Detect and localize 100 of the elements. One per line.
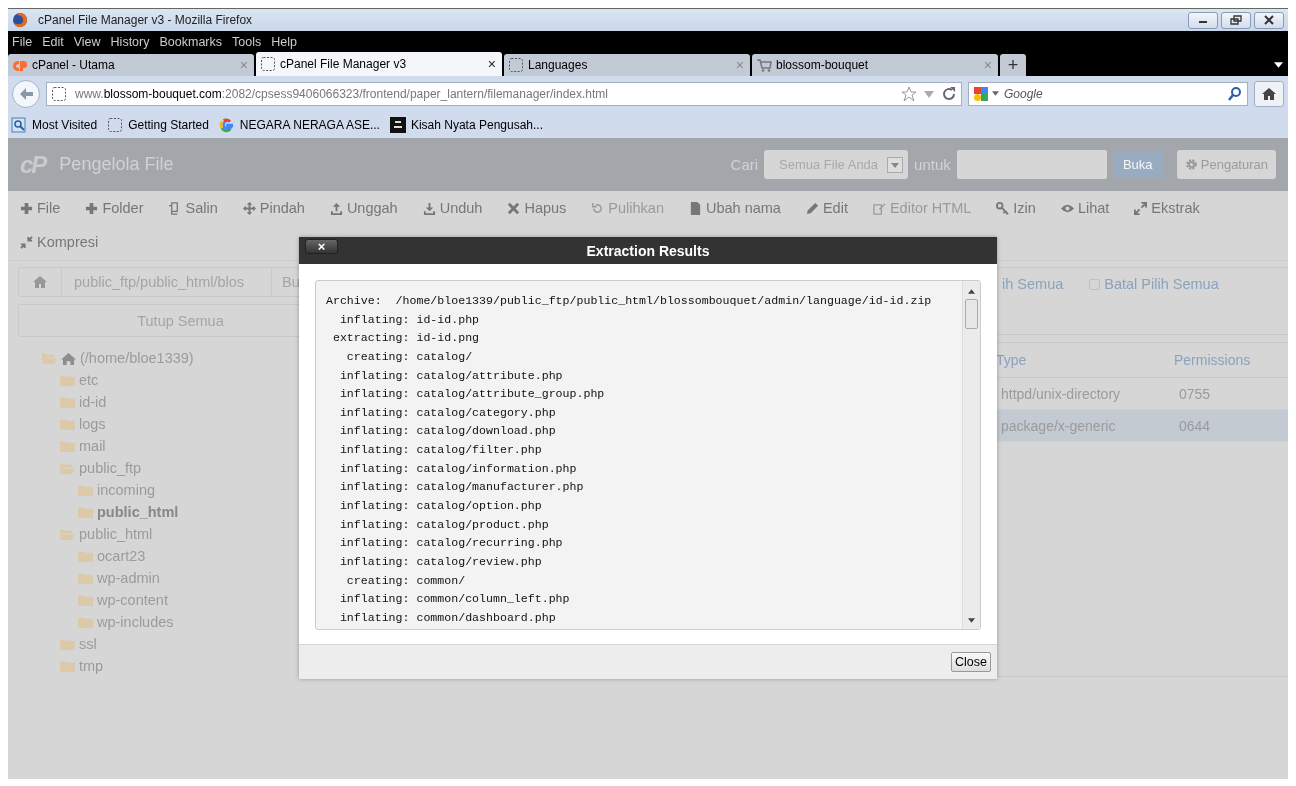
delete-icon (507, 201, 521, 215)
toolbar-button[interactable]: Lihat (1060, 200, 1110, 216)
move-icon (242, 201, 256, 215)
search-field[interactable]: Google (968, 81, 1248, 106)
menu-item[interactable]: View (73, 34, 101, 49)
search-icon[interactable] (1227, 85, 1243, 102)
tree-label: public_html (97, 504, 179, 520)
column-header[interactable]: Permissions (1174, 352, 1288, 368)
cart-icon (756, 57, 772, 73)
scroll-down-icon[interactable] (968, 618, 975, 623)
tree-item[interactable]: (/home/bloe1339) (42, 347, 343, 369)
tab-close-button[interactable]: × (239, 57, 248, 73)
folder-icon (60, 637, 75, 651)
toolbar-button[interactable]: Izin (996, 200, 1036, 216)
browser-tab[interactable]: cPanel - Utama × (8, 54, 254, 76)
search-engine-icon (973, 85, 989, 102)
plus-icon (20, 201, 33, 215)
toolbar-button[interactable]: Ekstrak (1134, 200, 1200, 216)
select-button[interactable]: Batal Pilih Semua (1089, 276, 1219, 292)
tree-label: wp-includes (97, 614, 174, 630)
restore-button[interactable] (1221, 11, 1251, 29)
close-button[interactable]: Close (951, 652, 991, 672)
menu-item[interactable]: Help (271, 34, 297, 49)
tree-item[interactable]: tmp (60, 655, 343, 677)
close-icon (1263, 15, 1275, 25)
log-line: inflating: catalog/category.php (338, 404, 557, 421)
tab-close-button[interactable]: × (735, 57, 744, 73)
toolbar-button[interactable]: Pindah (242, 200, 305, 216)
search-field[interactable] (956, 150, 1107, 179)
close-button[interactable]: × (305, 239, 338, 254)
browser-tab[interactable]: cPanel File Manager v3 × (256, 52, 502, 76)
new-tab-button[interactable]: + (1000, 54, 1026, 76)
toolbar-button[interactable]: Edit (805, 200, 848, 216)
dropdown-icon[interactable] (1274, 62, 1283, 68)
menu-item[interactable]: Tools (232, 34, 262, 49)
key-icon (996, 201, 1010, 215)
log-line: inflating: common/column_left.php (338, 591, 571, 608)
column-header[interactable]: Type (996, 352, 1174, 368)
tab-close-button[interactable]: × (983, 57, 992, 73)
menu-item[interactable]: Edit (42, 34, 64, 49)
home-button[interactable] (1254, 80, 1284, 107)
address-bar[interactable]: www.blossom-bouquet.com:2082/cpsess9406066323/frontend/paper_lantern/filemanager/index.html (46, 81, 962, 106)
bookmark-item[interactable]: Most Visited (11, 116, 98, 133)
settings-icon (1184, 158, 1198, 171)
bookmark-item[interactable]: Getting Started (107, 116, 209, 133)
go-button[interactable]: Buka (1112, 151, 1163, 178)
tree-item[interactable]: ssl (60, 633, 343, 655)
log-line: inflating: catalog/information.php (338, 460, 578, 477)
tree-label: incoming (97, 482, 156, 498)
tab-close-button[interactable]: × (487, 56, 496, 72)
folder-icon (60, 395, 75, 409)
download-icon (422, 201, 436, 215)
dialog-title: Extraction Results (586, 242, 710, 259)
home-icon (1261, 85, 1277, 102)
folder-icon (78, 615, 93, 629)
back-button[interactable] (12, 79, 40, 108)
scroll-thumb[interactable] (965, 299, 978, 329)
dropdown-icon (887, 156, 904, 173)
reload-icon[interactable] (941, 85, 957, 102)
browser-tab[interactable]: Languages × (504, 54, 750, 76)
minimize-button[interactable] (1188, 11, 1218, 29)
menu-item[interactable]: History (110, 34, 150, 49)
toolbar-button[interactable]: Kompresi (20, 234, 99, 250)
toolbar-button[interactable]: Hapus (507, 200, 567, 216)
toolbar-button[interactable]: Ubah nama (688, 200, 781, 216)
toolbar-button[interactable]: Unggah (329, 200, 398, 216)
tree-label: id-id (79, 394, 107, 410)
bookmark-item[interactable]: NEGARA NERAGA ASE... (218, 116, 380, 133)
close-button[interactable] (1254, 11, 1284, 29)
scrollbar[interactable] (962, 281, 980, 629)
toolbar-button[interactable]: Folder (85, 200, 144, 216)
toolbar-button[interactable]: Unduh (422, 200, 483, 216)
tree-item[interactable]: wp-admin (78, 567, 343, 589)
browser-tab[interactable]: blossom-bouquet × (752, 54, 998, 76)
checkbox-icon (1089, 278, 1101, 290)
folder-icon (78, 593, 93, 607)
caret-icon (992, 91, 999, 96)
scroll-up-icon[interactable] (968, 289, 975, 294)
toolbar-button[interactable]: File (20, 200, 61, 216)
site-icon (389, 116, 406, 133)
menu-item[interactable]: File (12, 34, 33, 49)
menu-item[interactable]: Bookmarks (159, 34, 222, 49)
window-title: cPanel File Manager v3 - Mozilla Firefox (38, 13, 253, 27)
tree-label: (/home/bloe1339) (80, 350, 194, 366)
home-icon (61, 351, 76, 365)
folder-icon (78, 571, 93, 585)
undo-icon (591, 201, 605, 215)
toolbar-button[interactable]: Salin (168, 200, 218, 216)
settings-button[interactable]: Pengaturan (1176, 150, 1276, 179)
table-cell-text: 0755 (1179, 385, 1212, 402)
open-folder-icon (42, 351, 57, 365)
star-icon[interactable] (901, 85, 917, 102)
tree-label: logs (79, 416, 106, 432)
document-icon (688, 201, 702, 215)
select-button[interactable]: ih Semua (1002, 276, 1064, 292)
tree-label: ocart23 (97, 548, 146, 564)
folder-icon (78, 549, 93, 563)
restore-icon (1230, 15, 1242, 25)
bookmark-item[interactable]: Kisah Nyata Pengusah... (389, 116, 543, 133)
folder-icon (60, 659, 75, 673)
